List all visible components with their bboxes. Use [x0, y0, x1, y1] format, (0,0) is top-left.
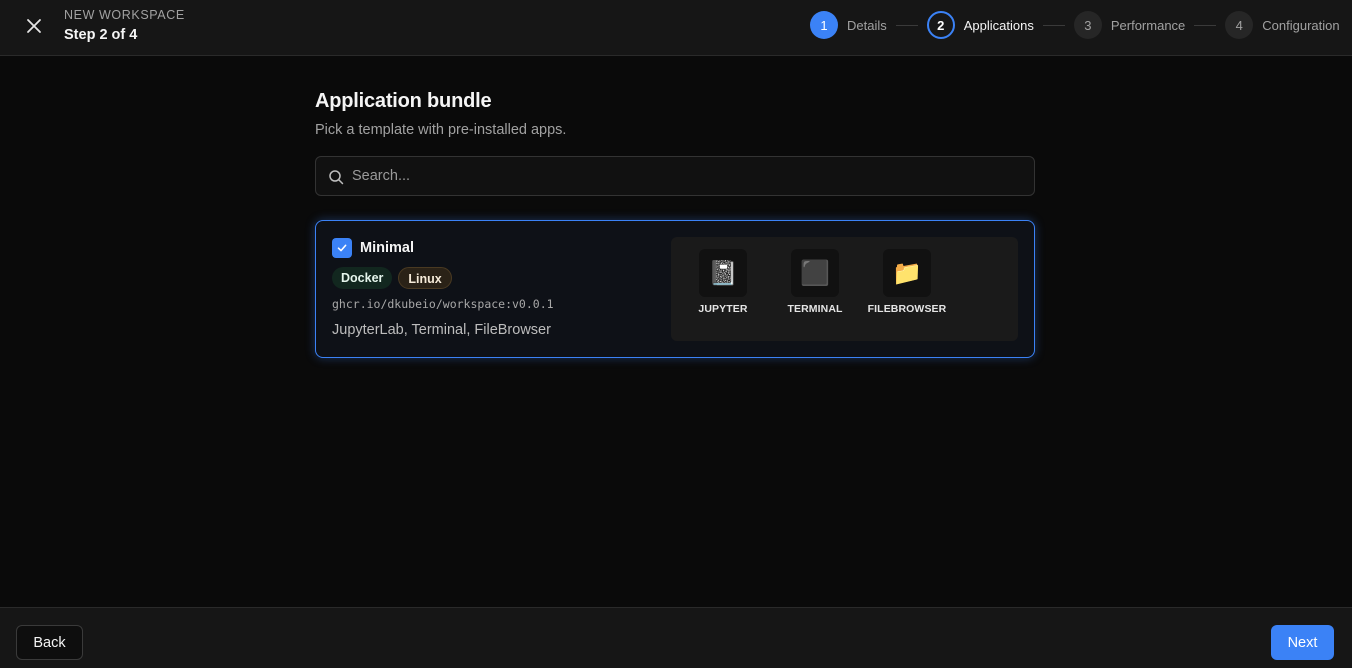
app-label: JUPYTER: [698, 303, 748, 315]
app-label: FILEBROWSER: [867, 303, 947, 315]
app-jupyter: 📓 JUPYTER: [677, 249, 769, 315]
app-label: TERMINAL: [787, 303, 843, 315]
step-number: 1: [810, 11, 838, 39]
badge-docker: Docker: [332, 267, 393, 289]
bundle-card-minimal[interactable]: Minimal Docker Linux ghcr.io/dkubeio/wor…: [315, 220, 1035, 358]
main-content: Application bundle Pick a template with …: [315, 88, 1035, 358]
app-filebrowser: 📁 FILEBROWSER: [861, 249, 953, 315]
footer-bar: Back Next: [0, 607, 1352, 668]
step-performance[interactable]: 3 Performance: [1073, 11, 1186, 39]
step-number: 3: [1073, 11, 1102, 39]
wizard-kicker: NEW WORKSPACE: [64, 8, 185, 22]
back-button[interactable]: Back: [16, 625, 83, 660]
notebook-icon: 📓: [699, 249, 747, 297]
step-number: 2: [926, 11, 955, 39]
wizard-stepper: 1 Details 2 Applications 3 Performance 4…: [810, 10, 1340, 40]
step-configuration[interactable]: 4 Configuration: [1225, 11, 1340, 39]
step-indicator: Step 2 of 4: [64, 27, 138, 43]
bundle-name: Minimal: [360, 240, 414, 256]
badge-linux: Linux: [398, 267, 452, 289]
step-connector: [1194, 24, 1217, 26]
top-bar: NEW WORKSPACE Step 2 of 4 1 Details 2 Ap…: [0, 0, 1352, 56]
next-button[interactable]: Next: [1271, 625, 1334, 660]
step-connector: [1042, 24, 1065, 26]
bundle-badges: Docker Linux: [332, 267, 452, 289]
step-label: Configuration: [1262, 17, 1340, 33]
page-title: Application bundle: [315, 90, 492, 112]
app-terminal: ⬛ TERMINAL: [769, 249, 861, 315]
search-box: [315, 156, 1035, 196]
bundle-image: ghcr.io/dkubeio/workspace:v0.0.1: [332, 297, 554, 311]
step-label: Performance: [1110, 17, 1186, 33]
bundle-checkbox[interactable]: [332, 238, 352, 258]
bundle-apps-panel: 📓 JUPYTER ⬛ TERMINAL 📁 FILEBROWSER: [671, 237, 1018, 341]
close-button[interactable]: [22, 14, 46, 38]
close-icon: [27, 19, 41, 33]
step-details[interactable]: 1 Details: [810, 11, 887, 39]
check-icon: [337, 244, 347, 252]
step-label: Applications: [963, 17, 1034, 33]
bundle-apps-summary: JupyterLab, Terminal, FileBrowser: [332, 322, 551, 338]
step-label: Details: [847, 17, 887, 33]
search-icon: [329, 170, 344, 185]
search-input[interactable]: [352, 157, 1022, 195]
step-connector: [895, 24, 918, 26]
step-applications[interactable]: 2 Applications: [926, 11, 1034, 39]
page-subtitle: Pick a template with pre-installed apps.: [315, 122, 567, 138]
terminal-icon: ⬛: [791, 249, 839, 297]
folder-icon: 📁: [883, 249, 931, 297]
wizard-title: NEW WORKSPACE Step 2 of 4: [64, 8, 185, 44]
step-number: 4: [1225, 11, 1254, 39]
